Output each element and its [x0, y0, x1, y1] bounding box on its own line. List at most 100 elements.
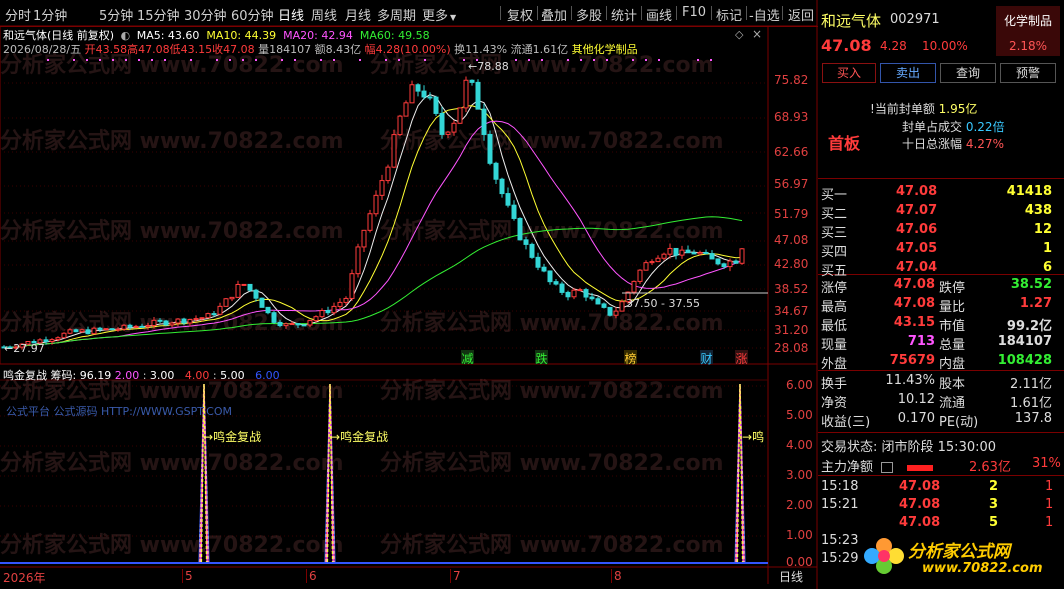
limit-info-label: 十日总涨幅 — [902, 137, 963, 151]
stat-label: 换手 — [821, 377, 848, 392]
watermark-text: 分析家公式网 www.70822.com — [380, 378, 724, 404]
timeline-period[interactable]: 日线 — [779, 568, 803, 585]
candle-up — [631, 280, 637, 293]
dot-mark — [632, 59, 634, 61]
candle-up — [169, 322, 175, 326]
price-tick: 31.20 — [774, 323, 809, 337]
bid-row[interactable]: 买二 47.07 438 — [821, 203, 1056, 222]
candle-down — [673, 247, 679, 256]
candle-down — [487, 133, 493, 164]
price-tick: 34.67 — [774, 304, 809, 318]
dot-mark — [255, 59, 257, 61]
candle-down — [715, 258, 721, 265]
candle-down — [475, 81, 481, 110]
high-annotation: ←78.88 — [468, 60, 509, 73]
watermark-text: 分析家公式网 www.70822.com — [370, 52, 714, 78]
candle-up — [385, 166, 391, 182]
watermark-text: 分析家公式网 www.70822.com — [380, 532, 724, 558]
event-marker-rise[interactable]: 涨 — [735, 350, 748, 366]
timeline-month: 5 — [182, 569, 193, 583]
query-button[interactable]: 查询 — [940, 63, 996, 83]
stat-label: 量比 — [939, 300, 966, 315]
indicator-code-label: 筹码: 96.19 — [50, 369, 112, 382]
indicator-name[interactable]: 鸣金复战 — [3, 369, 47, 382]
candle-up — [457, 107, 463, 124]
timeline-year: 2026年 — [3, 571, 46, 585]
candle-up — [463, 79, 469, 109]
candle-up — [655, 257, 661, 263]
flower-icon — [864, 538, 904, 574]
dot-mark — [645, 59, 647, 61]
candle-down — [157, 319, 163, 322]
list-icon[interactable] — [881, 462, 894, 473]
bid-row[interactable]: 买一 47.08 41418 — [821, 184, 1056, 203]
event-marker-fall[interactable]: 跌 — [535, 350, 548, 366]
bid-row[interactable]: 买四 47.05 1 — [821, 241, 1056, 260]
buy-button[interactable]: 买入 — [822, 63, 876, 83]
candle-up — [355, 246, 361, 275]
watermark-text: 分析家公式网 www.70822.com — [0, 52, 344, 78]
price-tick: 42.80 — [774, 257, 809, 271]
candle-up — [679, 249, 685, 256]
stat-value: 11.43% — [885, 373, 935, 388]
candle-up — [79, 329, 85, 333]
dot-mark — [528, 59, 530, 61]
indicator-header: 鸣金复战 筹码: 96.19 2.00 : 3.00 4.00 : 5.00 6… — [3, 369, 280, 382]
dot-mark — [424, 59, 426, 61]
dot-mark — [398, 59, 400, 61]
dot-mark — [606, 59, 608, 61]
tick-volume: 5 — [989, 515, 999, 530]
indicator-source-watermark: 公式平台 公式源码 HTTP://WWW.GSPT.COM — [6, 405, 233, 418]
indicator-tick: 5.00 — [786, 408, 813, 422]
indicator-tick: 1.00 — [786, 528, 813, 542]
bid-row[interactable]: 买三 47.06 12 — [821, 222, 1056, 241]
timeline-month: 7 — [450, 569, 461, 583]
indicator-level-5: 5.00 — [220, 369, 245, 382]
candle-down — [85, 329, 91, 335]
stat-row: 现量 713 总量 184107 — [821, 334, 1056, 353]
candle-up — [55, 337, 61, 341]
stat-label: 股本 — [939, 377, 966, 392]
dot-mark — [138, 59, 140, 61]
candle-down — [547, 270, 553, 283]
bid-label: 买三 — [821, 226, 848, 241]
signal-label: →鸣金复战 — [330, 428, 388, 445]
event-marker-finance[interactable]: 财 — [700, 350, 713, 366]
tick-flag: 1 — [1045, 515, 1054, 530]
stat-value: 108428 — [997, 353, 1052, 368]
price-tick: 47.08 — [774, 233, 809, 247]
watermark-text: 分析家公式网 www.70822.com — [380, 450, 724, 476]
candle-up — [61, 332, 67, 339]
price-tick: 75.82 — [774, 73, 809, 87]
candle-up — [145, 325, 151, 328]
indicator-level-2: 2.00 — [114, 369, 140, 382]
low-annotation-value: 27.97 — [13, 342, 45, 355]
candle-up — [331, 305, 337, 314]
stat-row: 换手 11.43% 股本 2.11亿 — [821, 373, 1056, 392]
watermark-text: 分析家公式网 www.70822.com — [0, 128, 344, 154]
candle-up — [193, 318, 199, 321]
bid-row[interactable]: 买五 47.04 6 — [821, 260, 1056, 279]
stat-row: 最高 47.08 量比 1.27 — [821, 296, 1056, 315]
candle-down — [691, 252, 697, 255]
alert-button[interactable]: 预警 — [1000, 63, 1056, 83]
signal-label: →鸣金复战 — [203, 428, 261, 445]
event-marker-reduce[interactable]: 减 — [461, 350, 474, 366]
stat-label: 最低 — [821, 319, 848, 334]
stat-row: 收益(三) 0.170 PE(动) 137.8 — [821, 411, 1056, 430]
candle-down — [211, 313, 217, 316]
watermark-text: 分析家公式网 www.70822.com — [0, 532, 344, 558]
candle-down — [559, 283, 565, 293]
logo-url-text: www.70822.com — [922, 561, 1043, 576]
stat-value: 10.12 — [897, 392, 935, 407]
candle-down — [511, 204, 517, 219]
candle-up — [397, 115, 403, 136]
sector-box[interactable]: 化学制品 2.18% — [996, 6, 1060, 56]
candle-down — [325, 310, 331, 314]
sell-button[interactable]: 卖出 — [880, 63, 936, 83]
candle-down — [541, 266, 547, 272]
event-marker-list[interactable]: 榜 — [624, 350, 637, 366]
dot-mark — [541, 59, 543, 61]
stat-label: 市值 — [939, 319, 966, 334]
candle-down — [439, 112, 445, 135]
